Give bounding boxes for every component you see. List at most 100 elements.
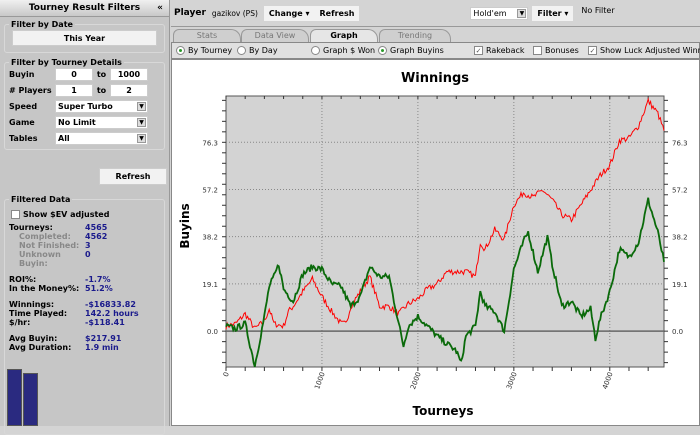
filter-status: No Filter	[581, 5, 615, 15]
chart-svg: Winnings Tourneys Buyins 0 1000 2000 3000 40…	[178, 71, 688, 418]
tab-trending[interactable]: Trending	[379, 29, 451, 42]
to-label: to	[96, 86, 107, 95]
y-tick-label-right: 0.0	[672, 328, 683, 336]
game-type-select[interactable]: Hold'em ▼	[470, 6, 529, 20]
stat-value: -$16833.82	[85, 300, 136, 309]
chevron-down-icon[interactable]: ▼	[137, 134, 146, 143]
y-tick-label: 38.2	[202, 234, 218, 242]
x-tick-label: 2000	[409, 371, 423, 390]
tables-value: All	[58, 134, 70, 143]
check-icon: ✓	[474, 46, 483, 55]
by-tourney-label: By Tourney	[188, 46, 233, 55]
rakeback-label: Rakeback	[486, 46, 525, 55]
y-tick-label: 19.1	[202, 281, 218, 289]
check-icon: ✓	[588, 46, 597, 55]
stat-value: -1.7%	[85, 275, 111, 284]
date-filter-group: Filter by Date This Year	[4, 20, 165, 53]
x-tick-label: 0	[222, 371, 231, 378]
speed-select[interactable]: Super Turbo ▼	[55, 100, 148, 113]
tab-stats[interactable]: Stats	[173, 29, 241, 42]
by-tourney-radio[interactable]: By Tourney	[176, 46, 232, 55]
refresh-filters-button[interactable]: Refresh	[99, 168, 167, 185]
filter-button[interactable]: Filter ▾	[532, 5, 574, 21]
y-tick-label: 76.3	[202, 139, 218, 147]
graph-buyins-label: Graph Buyins	[390, 46, 444, 55]
change-button[interactable]: Change ▾	[263, 5, 315, 21]
this-year-button[interactable]: This Year	[12, 30, 157, 46]
chevron-down-icon[interactable]: ▼	[137, 118, 146, 127]
graph-options-bar: By Tourney By Day Graph $ Won Graph Buyi…	[171, 42, 700, 59]
graph-won-label: Graph $ Won	[323, 46, 376, 55]
players-to-input[interactable]: 2	[110, 84, 148, 97]
chevron-down-icon[interactable]: ▼	[137, 102, 146, 111]
stat-value: $217.91	[85, 334, 122, 343]
buyin-to-input[interactable]: 1000	[110, 68, 148, 81]
ev-adjusted-checkbox[interactable]	[11, 210, 20, 219]
graph-won-radio[interactable]: Graph $ Won	[311, 46, 375, 55]
stat-label: Completed:	[19, 232, 71, 241]
stat-value: 51.2%	[85, 284, 113, 293]
stat-row: Tourneys: 4565	[9, 223, 160, 232]
stat-value: 3	[85, 241, 91, 250]
collapse-icon[interactable]: «	[157, 0, 163, 17]
checkbox-icon	[533, 46, 542, 55]
radio-icon	[378, 46, 387, 55]
stat-label: Avg Buyin:	[9, 334, 58, 343]
y-tick-label-right: 38.2	[672, 234, 688, 242]
tables-label: Tables	[9, 134, 38, 143]
x-axis-label: Tourneys	[413, 404, 474, 418]
buyin-label: Buyin	[9, 70, 35, 79]
stat-value: 1.9 min	[85, 343, 119, 352]
stat-label: Unknown Buyin:	[19, 250, 61, 268]
tab-graph[interactable]: Graph	[310, 29, 378, 42]
stat-label: ROI%:	[9, 275, 37, 284]
date-legend: Filter by Date	[11, 20, 73, 29]
game-value: No Limit	[58, 118, 96, 127]
player-toolbar: Player gazikov (PS) Change ▾ Refresh Hol…	[171, 0, 700, 27]
filters-panel: Tourney Result Filters « Filter by Date T…	[0, 0, 170, 435]
game-select[interactable]: No Limit ▼	[55, 116, 148, 129]
tab-data-view[interactable]: Data View	[241, 29, 309, 42]
y-tick-label: 0.0	[207, 328, 218, 336]
x-tick-label: 1000	[313, 371, 327, 390]
tourney-details-group: Filter by Tourney Details Buyin 0 to 1000 #…	[4, 58, 165, 150]
game-type-value: Hold'em	[473, 8, 507, 18]
stat-value: 4562	[85, 232, 108, 241]
stat-label: Time Played:	[9, 309, 68, 318]
refresh-button[interactable]: Refresh	[314, 5, 360, 21]
radio-icon	[237, 46, 246, 55]
rakeback-checkbox[interactable]: ✓ Rakeback	[474, 46, 525, 55]
luck-adjusted-checkbox[interactable]: ✓Show Luck Adjusted Winnings	[588, 46, 700, 55]
buyin-from-input[interactable]: 0	[55, 68, 93, 81]
stat-row: $/hr: -$118.41	[9, 318, 160, 327]
players-label: # Players	[9, 86, 52, 95]
stat-label: Not Finished:	[19, 241, 80, 250]
stat-row: Avg Buyin: $217.91	[9, 334, 160, 343]
graph-buyins-radio[interactable]: Graph Buyins	[378, 46, 444, 55]
x-tick-label: 4000	[601, 371, 615, 390]
filters-header: Tourney Result Filters «	[0, 0, 169, 17]
bonuses-checkbox[interactable]: Bonuses	[533, 46, 579, 55]
bonuses-label: Bonuses	[545, 46, 579, 55]
stat-row: Winnings: -$16833.82	[9, 300, 160, 309]
by-day-label: By Day	[249, 46, 278, 55]
change-label: Change	[268, 8, 303, 18]
y-tick-label: 57.2	[202, 187, 218, 195]
by-day-radio[interactable]: By Day	[237, 46, 278, 55]
stat-label: Avg Duration:	[9, 343, 72, 352]
filter-label: Filter	[537, 8, 562, 18]
tab-bar: Stats Data View Graph Trending	[171, 27, 700, 42]
tables-select[interactable]: All ▼	[55, 132, 148, 145]
y-tick-label-right: 57.2	[672, 187, 688, 195]
stat-label: In the Money%:	[9, 284, 80, 293]
radio-icon	[311, 46, 320, 55]
game-label: Game	[9, 118, 35, 127]
y-tick-label-right: 19.1	[672, 281, 688, 289]
chevron-down-icon[interactable]: ▼	[517, 8, 527, 18]
player-label: Player	[174, 8, 206, 18]
players-from-input[interactable]: 1	[55, 84, 93, 97]
stat-label: $/hr:	[9, 318, 31, 327]
stat-label: Tourneys:	[9, 223, 53, 232]
radio-icon	[176, 46, 185, 55]
stat-value: 4565	[85, 223, 108, 232]
